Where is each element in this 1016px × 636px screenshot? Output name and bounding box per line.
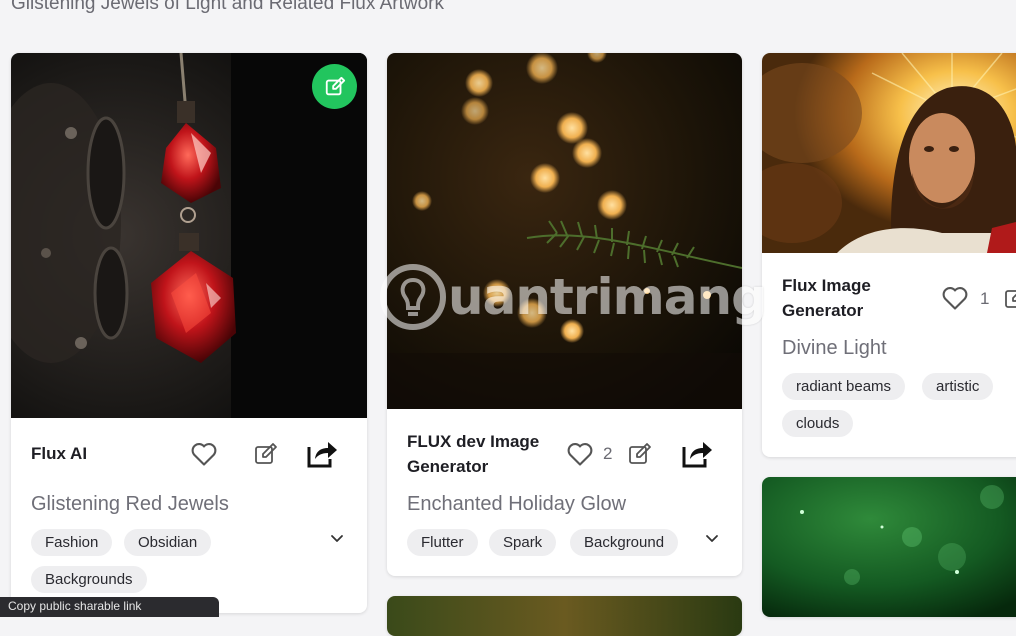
artwork-title: Glistening Red Jewels [31,493,229,515]
tag-chip[interactable]: Spark [489,529,557,556]
edit-icon [629,443,651,464]
artwork-image[interactable] [387,53,742,409]
tooltip: Copy public sharable link [0,597,219,617]
share-icon [307,442,337,468]
tag-chip[interactable]: artistic [922,373,994,400]
share-icon [682,442,712,468]
share-button[interactable] [680,437,714,471]
artwork-image[interactable] [387,596,742,636]
tag-chip[interactable]: Flutter [407,529,478,556]
artwork-title: Enchanted Holiday Glow [407,493,627,515]
artwork-image[interactable] [11,53,367,418]
edit-button[interactable] [1001,283,1016,313]
heart-icon [942,287,968,310]
tag-chip[interactable]: clouds [782,410,854,437]
edit-icon [325,76,345,95]
heart-icon [567,443,593,466]
edit-button[interactable] [251,439,281,469]
tag-chip[interactable]: Backgrounds [31,566,147,593]
heart-icon [191,443,217,466]
edit-icon [255,443,277,464]
like-count: 1 [980,289,990,308]
tag-chip[interactable]: radiant beams [782,373,906,400]
tag-chip[interactable]: Background [570,529,679,556]
chevron-down-icon[interactable] [703,530,721,548]
edit-badge-button[interactable] [312,64,357,109]
chevron-down-icon[interactable] [328,530,346,548]
artwork-card[interactable] [762,477,1016,617]
edit-button[interactable] [625,439,655,469]
artwork-card[interactable]: Flux AI Glistening Red Jewels Fashion Ob… [11,53,367,613]
artwork-card[interactable] [387,596,742,636]
source-label-line1: FLUX dev Image [407,432,540,451]
source-label-line2: Generator [782,301,864,320]
tag-chip[interactable]: Fashion [31,529,113,556]
like-button[interactable] [565,439,595,469]
artwork-image[interactable] [762,53,1016,253]
source-label-line2: Generator [407,457,489,476]
like-count: 2 [603,444,613,463]
artwork-card[interactable]: FLUX dev Image Generator 2 Enchanted Hol… [387,53,742,576]
edit-icon [1005,290,1016,308]
page-title: Glistening Jewels of Light and Related F… [11,0,444,14]
source-label-line1: Flux Image [782,276,871,295]
like-button[interactable] [940,283,970,313]
share-button[interactable] [305,437,339,471]
artwork-card[interactable]: Flux Image Generator 1 Divine Light radi… [762,53,1016,457]
tag-chip[interactable]: Obsidian [124,529,212,556]
artwork-image[interactable] [762,477,1016,617]
like-button[interactable] [189,439,219,469]
tooltip-text: Copy public sharable link [8,599,142,613]
artwork-title: Divine Light [782,337,887,359]
source-label: Flux AI [31,444,88,463]
